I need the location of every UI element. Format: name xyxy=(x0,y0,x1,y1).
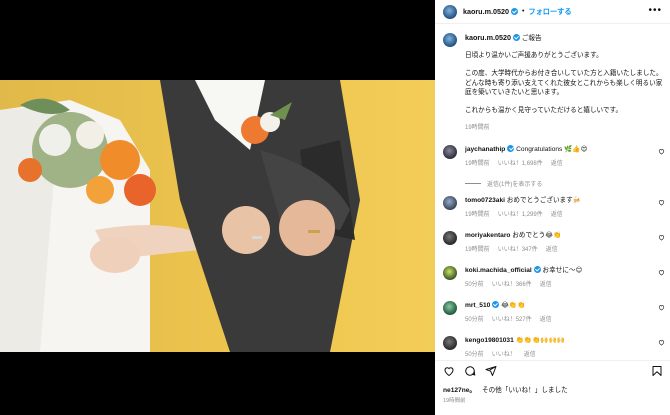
comment-text: お幸せに〜😊 xyxy=(542,267,583,274)
reply-button[interactable]: 返信 xyxy=(524,352,536,358)
post-header: kaoru.m.0520 • フォローする ••• xyxy=(435,0,670,24)
comment-time: 50分前 xyxy=(465,282,484,288)
liked-by-username[interactable]: ne127ne。 xyxy=(443,387,476,394)
caption-time: 19時間前 xyxy=(465,125,490,132)
like-heart-icon[interactable] xyxy=(443,365,455,377)
save-bookmark-icon[interactable] xyxy=(651,365,663,377)
comment-time: 19時間前 xyxy=(465,161,490,167)
comment-username[interactable]: kengo19801031 xyxy=(465,337,514,344)
verified-badge-icon xyxy=(507,145,515,152)
comment-username[interactable]: mrt_510 xyxy=(465,302,490,309)
comment-username[interactable]: jaychanathip xyxy=(465,146,505,153)
comment-item: tomo0723aki おめでとうございます🍻 19時間前 いいね！1,299件 返… xyxy=(443,196,667,218)
more-options-icon[interactable]: ••• xyxy=(648,6,662,16)
caption-avatar[interactable] xyxy=(443,33,457,47)
comment-text: 😂👏👏 xyxy=(501,302,526,309)
comment-likes[interactable]: いいね！1,299件 xyxy=(498,212,543,218)
comment-time: 19時間前 xyxy=(465,247,490,253)
instagram-post-window: kaoru.m.0520 • フォローする ••• kaoru.m.0520 ご… xyxy=(0,0,670,415)
verified-badge-icon xyxy=(510,8,518,15)
reply-button[interactable]: 返信 xyxy=(551,212,563,218)
comments-scroll-area[interactable]: kaoru.m.0520 ご報告 日頃より温かいご声援ありがとうございます。 こ… xyxy=(435,24,670,360)
comment-text: おめでとう😂👏 xyxy=(512,232,562,239)
caption-username[interactable]: kaoru.m.0520 xyxy=(465,33,511,42)
comment-avatar[interactable] xyxy=(443,196,457,210)
like-comment-heart-icon[interactable] xyxy=(658,199,665,206)
reply-button[interactable]: 返信 xyxy=(551,161,563,167)
caption-line: 日頃より温かいご声援ありがとうございます。 xyxy=(465,52,603,60)
comment-avatar[interactable] xyxy=(443,301,457,315)
liked-by-text[interactable]: ne127ne。 その他「いいね！」しました xyxy=(443,384,568,394)
comment-item: jaychanathip Congratulations 🌿👍😍 19時間前 いい… xyxy=(443,145,667,167)
share-paper-plane-icon[interactable] xyxy=(485,365,497,377)
comment-text: Congratulations 🌿👍😍 xyxy=(516,146,588,153)
separator-dot: • xyxy=(521,8,525,15)
reply-button[interactable]: 返信 xyxy=(546,247,558,253)
comment-avatar[interactable] xyxy=(443,145,457,159)
comment-username[interactable]: moriyakentaro xyxy=(465,232,510,239)
comment-time: 19時間前 xyxy=(465,212,490,218)
author-avatar[interactable] xyxy=(443,4,457,19)
action-icons xyxy=(443,365,663,379)
verified-badge-icon xyxy=(512,34,520,41)
comment-bubble-icon[interactable] xyxy=(464,365,476,377)
comment-likes[interactable]: いいね！366件 xyxy=(492,282,532,288)
author-username[interactable]: kaoru.m.0520 xyxy=(463,7,509,16)
post-sidebar: kaoru.m.0520 • フォローする ••• kaoru.m.0520 ご… xyxy=(435,0,670,415)
comment-username[interactable]: koki.machida_official xyxy=(465,267,532,274)
caption-line: これからも温かく見守っていただけると嬉しいです。 xyxy=(465,107,623,115)
caption-title: ご報告 xyxy=(521,35,542,42)
caption-line: この度、大学時代からお付き合いしていた方と入籍いたしました。 xyxy=(465,70,663,78)
comment-text: おめでとうございます🍻 xyxy=(506,197,581,204)
comment-avatar[interactable] xyxy=(443,231,457,245)
reply-button[interactable]: 返信 xyxy=(540,317,552,323)
like-comment-heart-icon[interactable] xyxy=(658,148,665,155)
post-caption: kaoru.m.0520 ご報告 日頃より温かいご声援ありがとうございます。 こ… xyxy=(443,33,663,133)
comment-item: koki.machida_official お幸せに〜😊 50分前 いいね！366… xyxy=(443,266,667,288)
verified-badge-icon xyxy=(533,266,541,273)
follow-button[interactable]: フォローする xyxy=(528,7,571,17)
comment-avatar[interactable] xyxy=(443,266,457,280)
comment-item: mrt_510 😂👏👏 50分前 いいね！527件 返信 xyxy=(443,301,667,323)
view-replies-link[interactable]: 返信(1件)を表示する xyxy=(465,179,542,188)
comment-likes[interactable]: いいね！ xyxy=(492,352,516,358)
media-pane xyxy=(0,0,435,415)
like-comment-heart-icon[interactable] xyxy=(658,339,665,346)
comment-likes[interactable]: いいね！347件 xyxy=(498,247,538,253)
like-comment-heart-icon[interactable] xyxy=(658,234,665,241)
like-comment-heart-icon[interactable] xyxy=(658,269,665,276)
verified-badge-icon xyxy=(492,301,500,308)
liked-by-summary[interactable]: その他「いいね！」しました xyxy=(482,387,568,394)
post-photo[interactable] xyxy=(0,80,435,352)
comment-username[interactable]: tomo0723aki xyxy=(465,197,505,204)
comment-avatar[interactable] xyxy=(443,336,457,350)
comment-likes[interactable]: いいね！527件 xyxy=(492,317,532,323)
comment-time: 50分前 xyxy=(465,352,484,358)
like-comment-heart-icon[interactable] xyxy=(658,304,665,311)
post-actions-bar: ne127ne。 その他「いいね！」しました 19時間前 xyxy=(435,360,670,415)
reply-button[interactable]: 返信 xyxy=(540,282,552,288)
comment-likes[interactable]: いいね！1,698件 xyxy=(498,161,543,167)
comment-time: 50分前 xyxy=(465,317,484,323)
caption-line: どんな時も寄り添い支えてくれた彼女とこれからも楽しく明るい家庭を築いていきたいと… xyxy=(465,79,663,96)
comment-item: moriyakentaro おめでとう😂👏 19時間前 いいね！347件 返信 xyxy=(443,231,667,253)
wedding-photo-illustration xyxy=(0,80,360,352)
post-timestamp: 19時間前 xyxy=(443,398,466,404)
comment-item: kengo19801031 👏👏👏🙌🙌🙌 50分前 いいね！ 返信 xyxy=(443,336,667,358)
comment-text: 👏👏👏🙌🙌🙌 xyxy=(515,337,565,344)
